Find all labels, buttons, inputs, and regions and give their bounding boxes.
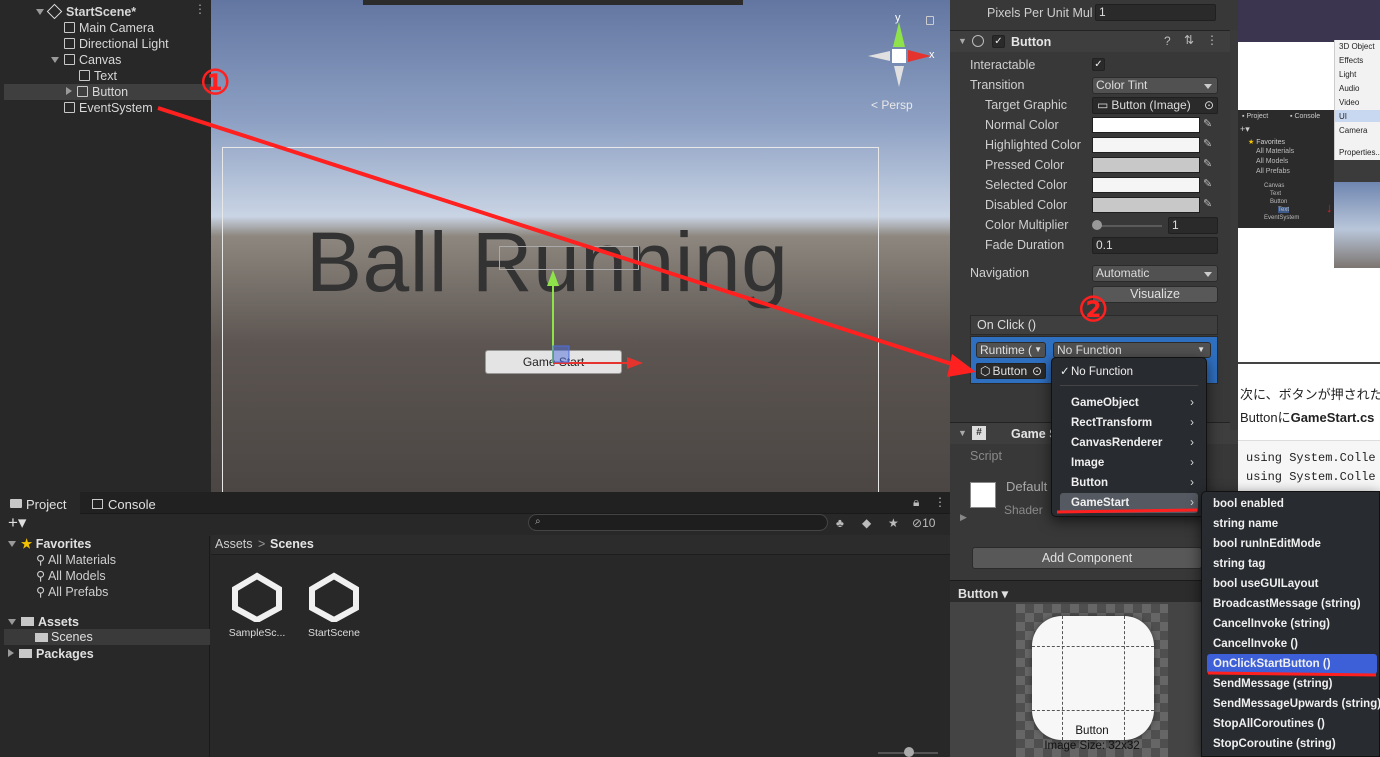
annotation-underline-gamestart [1056, 508, 1198, 514]
annotation-step-1: ① [200, 64, 231, 102]
annotation-underline-onclick [1207, 671, 1377, 677]
annotation-arrow-line [157, 106, 959, 368]
annotation-arrow-head [947, 354, 976, 377]
annotation-overlay [157, 106, 1377, 677]
annotation-step-2: ② [1078, 291, 1109, 329]
